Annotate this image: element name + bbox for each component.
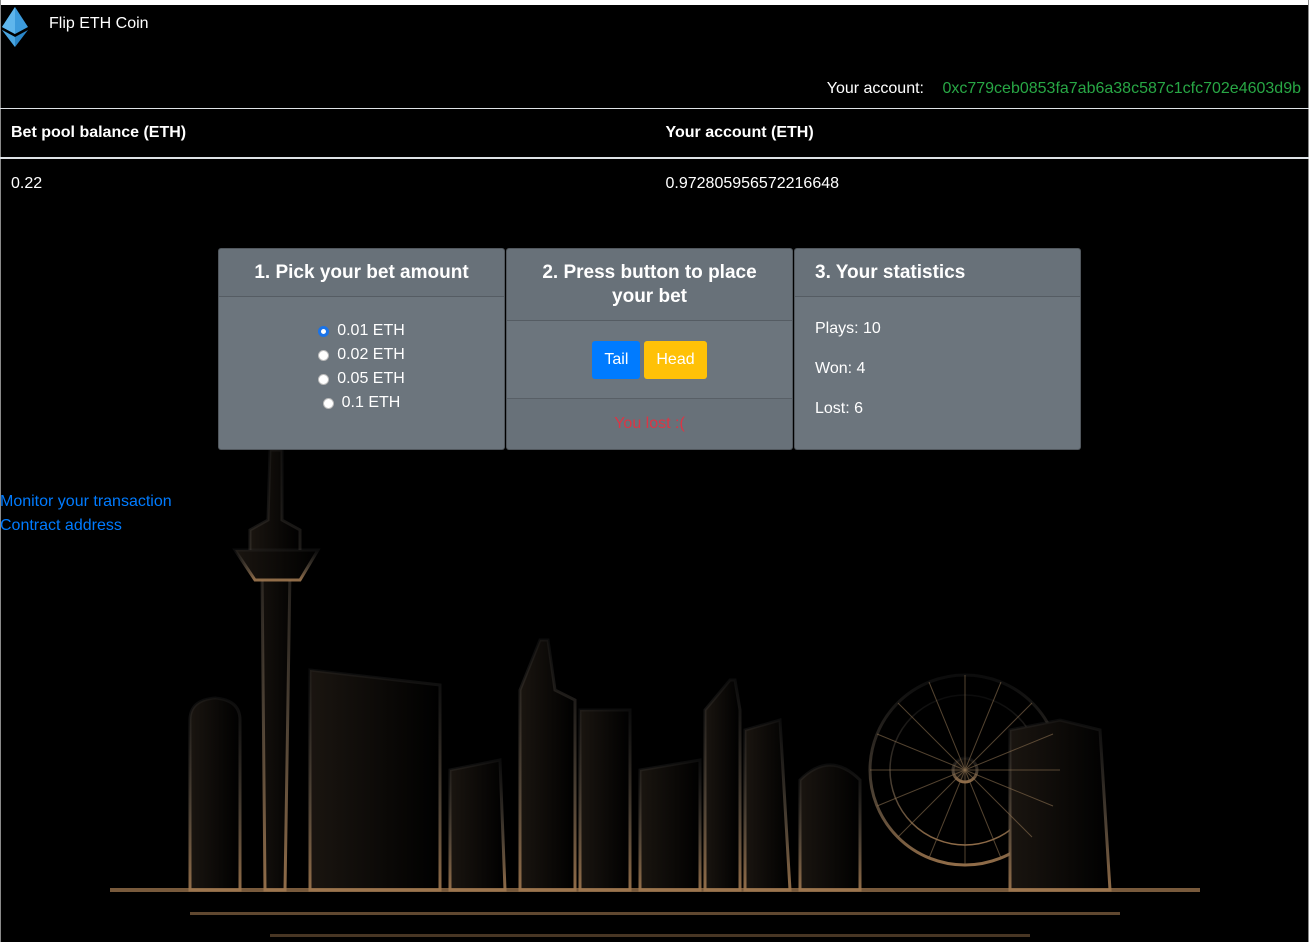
account-address: 0xc779ceb0853fa7ab6a38c587c1cfc702e4603d… (942, 80, 1301, 97)
stat-plays: Plays: 10 (815, 320, 881, 337)
account-row: Your account: 0xc779ceb0853fa7ab6a38c587… (827, 80, 1301, 98)
navbar: Flip ETH Coin (0, 5, 1309, 55)
bet-option-label: 0.05 ETH (337, 370, 405, 387)
table-row: 0.22 0.972805956572216648 (0, 158, 1309, 209)
statistics-card-title: 3. Your statistics (795, 249, 1080, 297)
bet-option-label: 0.02 ETH (337, 346, 405, 363)
bet-option-0-1[interactable]: 0.1 ETH (322, 391, 401, 415)
balances-table: Bet pool balance (ETH) Your account (ETH… (0, 108, 1309, 209)
stat-won: Won: 4 (815, 360, 866, 377)
bet-amount-card-title: 1. Pick your bet amount (219, 249, 504, 297)
table-header-row: Bet pool balance (ETH) Your account (ETH… (0, 108, 1309, 159)
your-account-value: 0.972805956572216648 (665, 175, 840, 192)
bet-amount-card-body: 0.01 ETH 0.02 ETH 0.05 ETH 0.1 ETH (219, 297, 504, 449)
place-bet-card: 2. Press button to place your bet Tail H… (506, 248, 793, 450)
bet-option-0-01[interactable]: 0.01 ETH (318, 319, 405, 343)
bet-cards: 1. Pick your bet amount 0.01 ETH 0.02 ET… (218, 248, 1082, 450)
bet-option-label: 0.01 ETH (337, 322, 405, 339)
radio-0-1[interactable] (322, 397, 334, 409)
city-skyline-background (110, 448, 1200, 937)
bet-buttons: Tail Head (527, 341, 772, 379)
app-title[interactable]: Flip ETH Coin (49, 15, 149, 33)
footer-links: Monitor your transaction Contract addres… (0, 490, 172, 538)
head-button[interactable]: Head (644, 341, 707, 379)
statistics-card: 3. Your statistics Plays: 10 Won: 4 Lost… (794, 248, 1081, 450)
account-label: Your account: (826, 80, 924, 97)
bet-option-label: 0.1 ETH (341, 394, 401, 411)
bet-result: You lost :( (507, 399, 792, 449)
statistics-card-body: Plays: 10 Won: 4 Lost: 6 (795, 297, 1080, 459)
bet-option-0-02[interactable]: 0.02 ETH (318, 343, 405, 367)
monitor-transaction-link[interactable]: Monitor your transaction (0, 490, 172, 514)
header-your-account: Your account (ETH) (654, 108, 1309, 159)
bet-options: 0.01 ETH 0.02 ETH 0.05 ETH 0.1 ETH (239, 317, 484, 415)
radio-0-05[interactable] (318, 373, 330, 385)
place-bet-card-title: 2. Press button to place your bet (507, 249, 792, 321)
tail-button[interactable]: Tail (592, 341, 641, 379)
header-bet-pool-balance: Bet pool balance (ETH) (0, 108, 655, 159)
stat-lost: Lost: 6 (815, 400, 864, 417)
page: Flip ETH Coin Your account: 0xc779ceb085… (0, 0, 1309, 942)
bet-amount-card: 1. Pick your bet amount 0.01 ETH 0.02 ET… (218, 248, 505, 450)
radio-0-01[interactable] (318, 325, 330, 337)
radio-0-02[interactable] (318, 349, 330, 361)
bet-option-0-05[interactable]: 0.05 ETH (318, 367, 405, 391)
contract-address-link[interactable]: Contract address (0, 514, 172, 538)
place-bet-card-body: Tail Head (507, 321, 792, 399)
ethereum-logo-icon[interactable] (0, 7, 30, 47)
bet-pool-balance-value: 0.22 (11, 175, 43, 192)
